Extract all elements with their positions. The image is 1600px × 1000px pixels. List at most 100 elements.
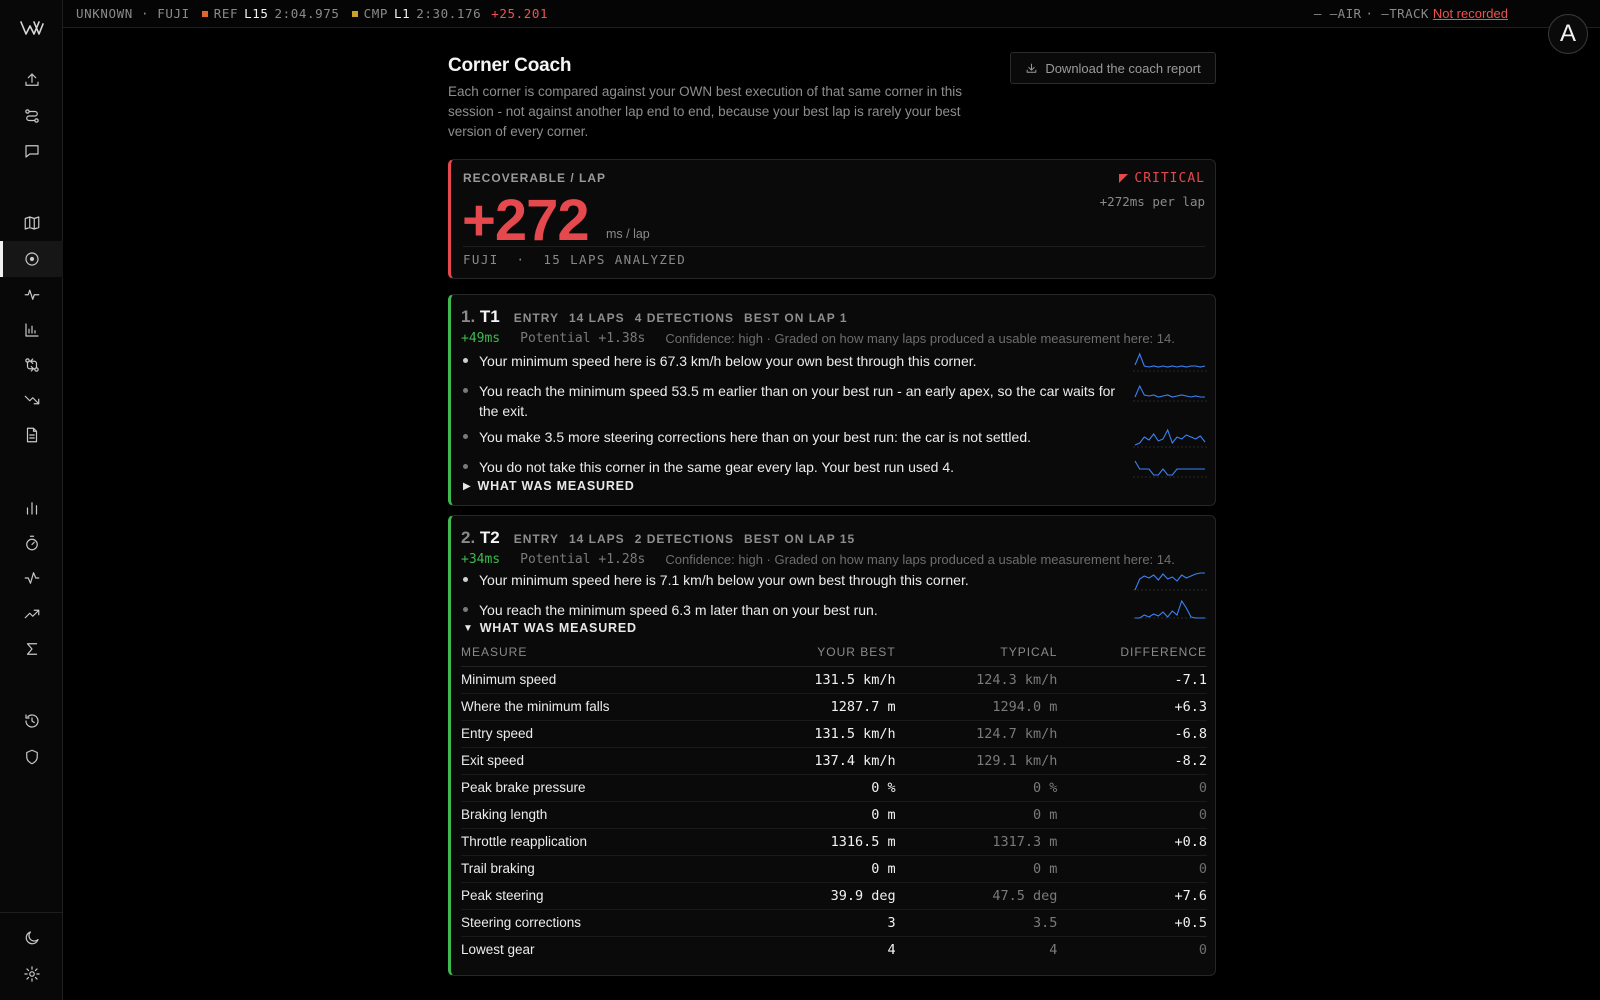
- session-topbar: UNKNOWN · FUJI REF L15 2:04.975 CMP L1 2…: [63, 0, 1600, 28]
- corner-card-t1: 1. T1 ENTRY 14 LAPS 4 DETECTIONS BEST ON…: [448, 294, 1216, 506]
- sidebar-item-history[interactable]: [0, 703, 63, 739]
- your-best-value: 4: [887, 941, 896, 958]
- track-temp: · —TRACK: [1365, 6, 1429, 21]
- column-header: DIFFERENCE: [1057, 639, 1207, 667]
- column-chart-icon: [26, 502, 37, 515]
- corner-best-lap: BEST ON LAP 15: [744, 532, 856, 546]
- typical-value: 1317.3 m: [895, 828, 1058, 856]
- difference-value: +6.3: [1057, 693, 1207, 721]
- sparkline-chart: [1133, 460, 1207, 478]
- sidebar-item-trend-down[interactable]: [0, 382, 63, 418]
- finding-item: You do not take this corner in the same …: [461, 457, 1131, 477]
- measure-name: Exit speed: [461, 747, 765, 775]
- sparkline-series: [1135, 599, 1205, 619]
- air-temp: — —AIR: [1313, 6, 1362, 21]
- sidebar-item-settings[interactable]: [0, 956, 63, 992]
- what-was-measured-toggle[interactable]: ▶ WHAT WAS MEASURED: [463, 479, 635, 493]
- table-row: Entry speed 131.5 km/h 124.7 km/h -6.8: [461, 720, 1207, 748]
- stopwatch-icon: [25, 535, 38, 551]
- sidebar-item-activity[interactable]: [0, 560, 63, 596]
- corner-stats: +49ms Potential +1.38s Confidence: high …: [461, 331, 1175, 346]
- lap-delta: +25.201: [491, 6, 549, 21]
- bar-chart-icon: [24, 323, 39, 337]
- recoverable-summary-card: RECOVERABLE / LAP +272 ms / lap CRITICAL…: [448, 159, 1216, 279]
- your-best-value: 1316.5 m: [764, 828, 896, 856]
- sidebar-item-trend-up[interactable]: [0, 596, 63, 632]
- sparkline-series: [1134, 572, 1205, 591]
- table-header-row: MEASURE YOUR BEST TYPICAL DIFFERENCE: [461, 639, 1207, 667]
- sidebar-item-compare[interactable]: [0, 347, 63, 383]
- sparkline-chart: [1133, 352, 1207, 372]
- difference-value: +0.5: [1057, 909, 1207, 937]
- table-row: Braking length 0 m0 m0: [461, 801, 1207, 829]
- typical-value: 4: [1049, 941, 1058, 958]
- difference-value: 0: [1057, 801, 1207, 829]
- download-report-button[interactable]: Download the coach report: [1010, 52, 1216, 84]
- corner-name: T2: [479, 528, 500, 547]
- corner-best-lap: BEST ON LAP 1: [744, 311, 848, 325]
- table-row: Trail braking 0 m0 m0: [461, 855, 1207, 883]
- history-icon: [24, 714, 39, 728]
- sidebar-item-theme[interactable]: [0, 920, 63, 956]
- severity-label: CRITICAL: [1134, 171, 1205, 186]
- what-was-measured-toggle[interactable]: ▼ WHAT WAS MEASURED: [463, 621, 637, 635]
- map-icon: [24, 216, 39, 230]
- corner-phase: ENTRY: [513, 311, 559, 325]
- table-row: Peak brake pressure 0 % 0 % 0: [461, 774, 1207, 802]
- measure-name: Peak steering: [461, 882, 765, 910]
- sidebar-item-column-chart[interactable]: [0, 490, 63, 526]
- sparkline-series: [1134, 428, 1206, 446]
- recoverable-unit: ms / lap: [606, 227, 650, 241]
- corner-delta: +49ms: [461, 331, 501, 346]
- sidebar-item-document[interactable]: [0, 417, 63, 453]
- sparkline-chart: [1133, 384, 1207, 402]
- route-icon: [24, 109, 39, 123]
- trend-down-icon: [24, 395, 39, 405]
- table-row: Steering corrections 3 3.5 +0.5: [461, 909, 1207, 937]
- cmp-label: CMP: [363, 6, 388, 21]
- sidebar-item-map[interactable]: [0, 205, 63, 241]
- finding-sparkline: [1133, 570, 1207, 596]
- measure-name: Minimum speed: [461, 666, 765, 694]
- corner-header: 2. T2 ENTRY 14 LAPS 2 DETECTIONS BEST ON…: [461, 528, 855, 548]
- typical-value: 0 m: [895, 855, 1058, 883]
- typical-value: 0 m: [895, 801, 1058, 829]
- sidebar-item-pulse[interactable]: [0, 276, 63, 312]
- measure-name: Throttle reapplication: [461, 828, 765, 856]
- sidebar-item-sigma[interactable]: [0, 631, 63, 667]
- session-summary: UNKNOWN · FUJI REF L15 2:04.975 CMP L1 2…: [76, 6, 548, 21]
- your-best-value: 131.5 km/h: [764, 720, 896, 748]
- finding-sparkline: [1133, 381, 1207, 407]
- sidebar-item-upload[interactable]: [0, 62, 63, 98]
- measure-name: Steering corrections: [461, 909, 765, 937]
- measure-name: Where the minimum falls: [461, 693, 765, 721]
- sidebar-item-corner-coach[interactable]: [0, 241, 63, 277]
- corner-laps: 14 LAPS: [569, 532, 625, 546]
- trend-up-icon: [24, 609, 39, 619]
- sidebar-item-route[interactable]: [0, 98, 63, 134]
- sidebar-item-shield[interactable]: [0, 739, 63, 775]
- finding-item: Your minimum speed here is 67.3 km/h bel…: [461, 351, 1131, 371]
- shield-icon: [25, 749, 38, 765]
- table-row: Peak steering 39.9 deg 47.5 deg +7.6: [461, 882, 1207, 910]
- app-logo[interactable]: [0, 10, 63, 46]
- typical-value: 1294.0 m: [895, 693, 1058, 721]
- severity-badge: CRITICAL: [1119, 171, 1205, 186]
- sidebar-item-chat[interactable]: [0, 133, 63, 169]
- avatar[interactable]: A: [1548, 14, 1588, 54]
- sidebar-item-stopwatch[interactable]: [0, 525, 63, 561]
- ref-color-swatch: [201, 10, 208, 17]
- corner-confidence: Confidence: high · Graded on how many la…: [665, 552, 1175, 567]
- activity-icon: [24, 572, 39, 584]
- corner-title: 2. T2: [461, 528, 500, 548]
- your-best-value: 0 m: [764, 855, 896, 883]
- sidebar-item-bars[interactable]: [0, 312, 63, 348]
- ref-lap: L15: [244, 6, 269, 21]
- chat-icon: [24, 145, 39, 158]
- download-icon: [1026, 63, 1037, 73]
- finding-sparkline: [1133, 598, 1207, 624]
- your-best-value: 0 m: [764, 801, 896, 829]
- not-recorded-link[interactable]: Not recorded: [1433, 6, 1508, 21]
- column-header: TYPICAL: [895, 639, 1058, 667]
- compare-icon: [24, 358, 39, 372]
